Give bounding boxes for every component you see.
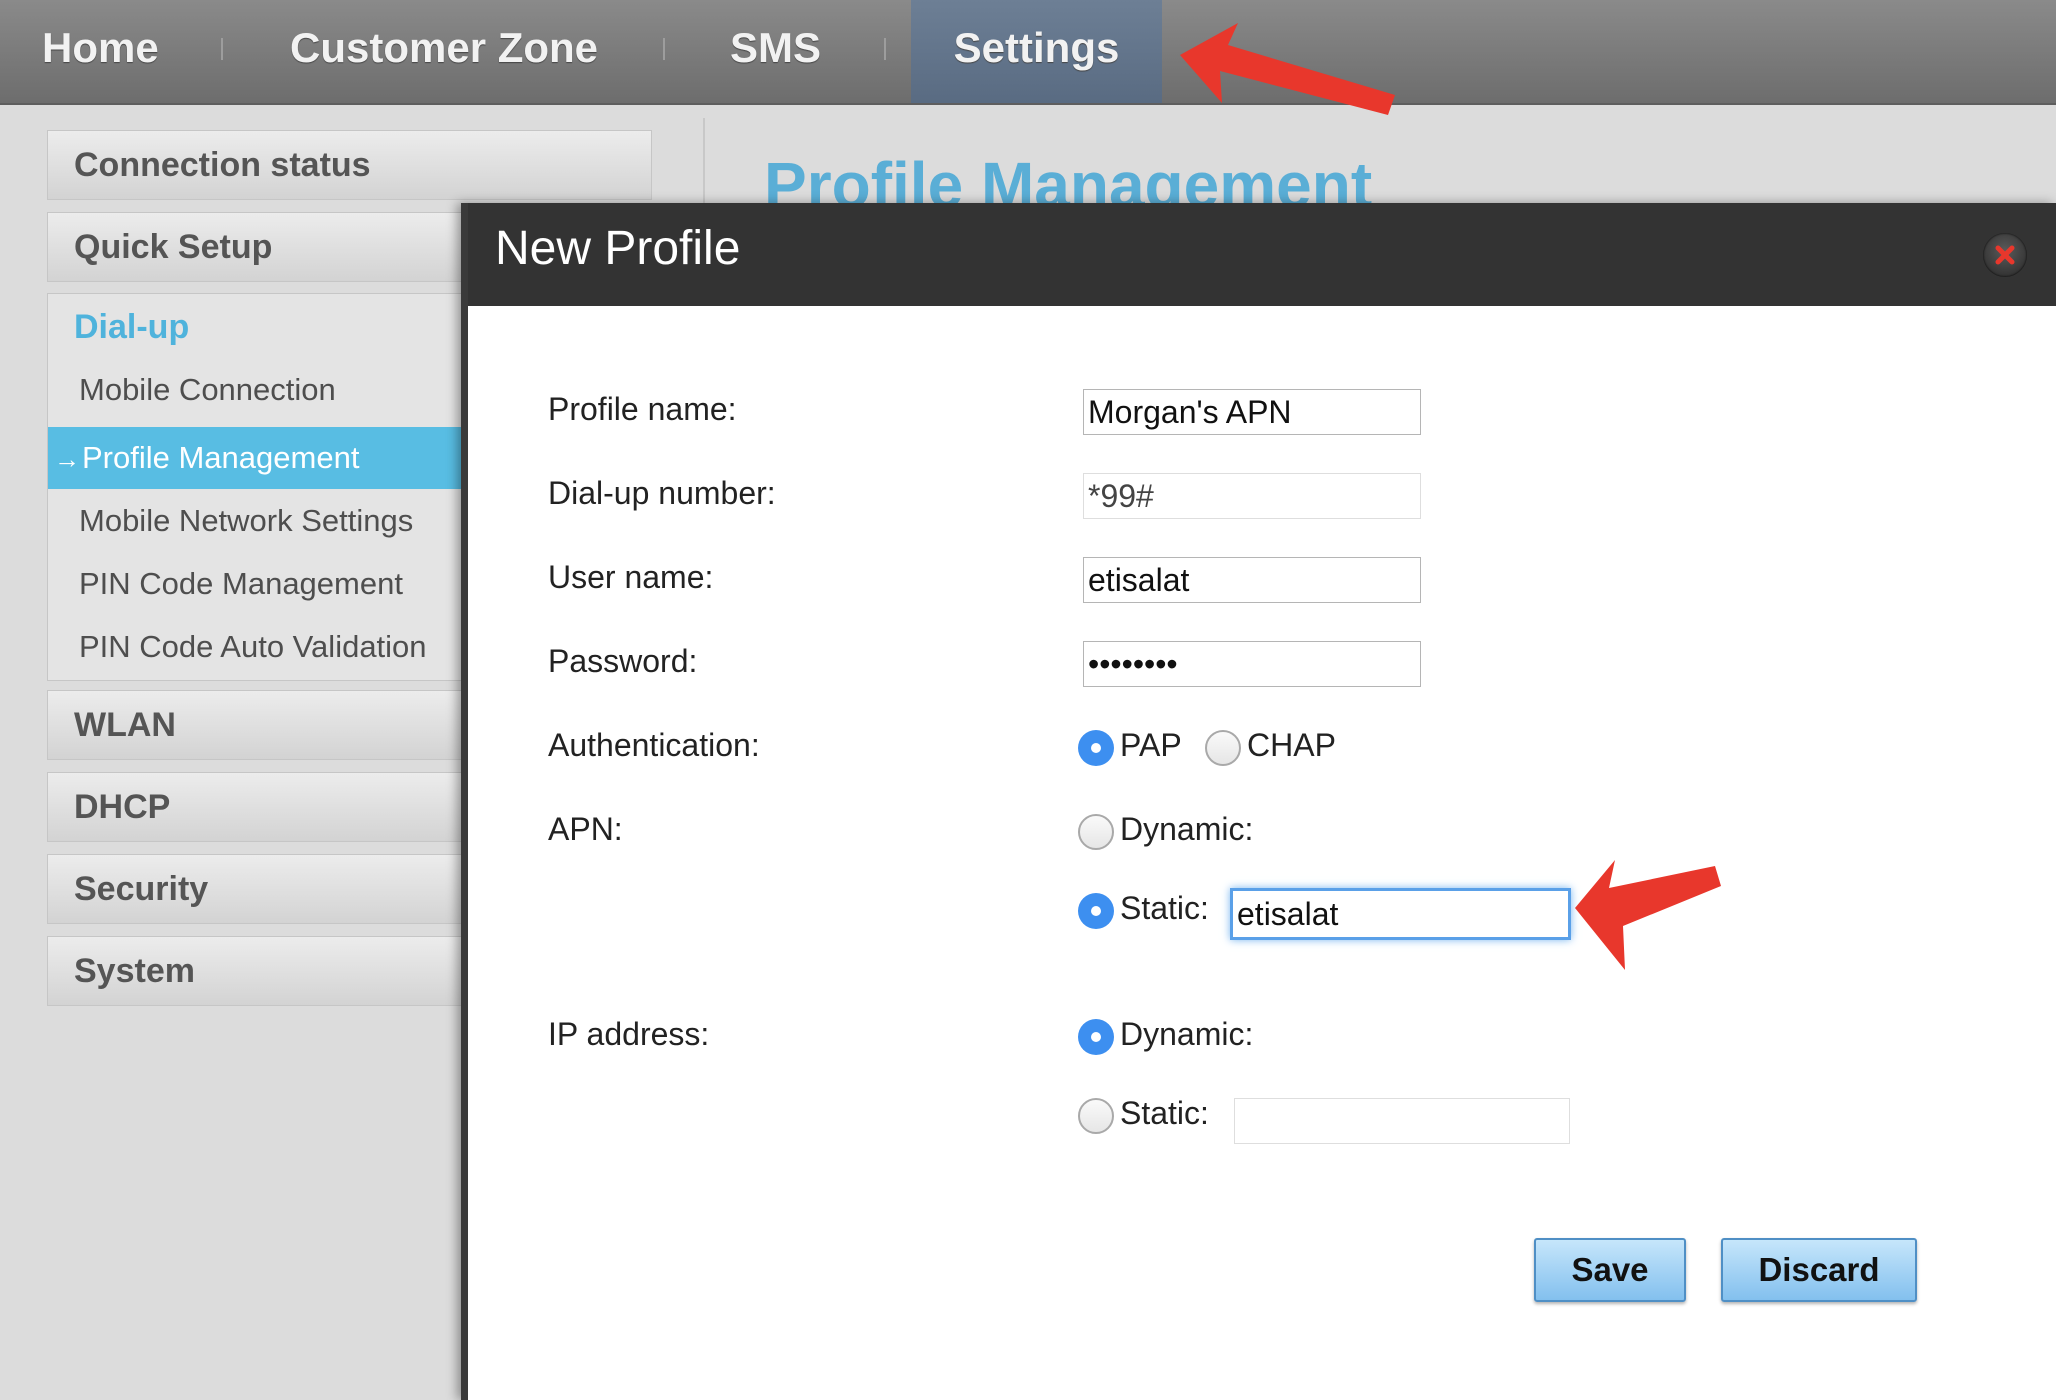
auth-pap-radio[interactable] xyxy=(1078,730,1114,766)
content-divider xyxy=(703,118,705,203)
arrow-right-icon: → xyxy=(54,444,80,474)
nav-separator xyxy=(663,38,665,60)
apn-dynamic-radio[interactable] xyxy=(1078,814,1114,850)
dialup-number-label: Dial-up number: xyxy=(548,475,776,511)
nav-home[interactable]: Home xyxy=(42,0,159,103)
auth-pap-label: PAP xyxy=(1120,727,1182,763)
new-profile-dialog: New Profile Profile name: Dial-up number… xyxy=(461,203,2056,1400)
user-name-label: User name: xyxy=(548,559,714,595)
discard-button[interactable]: Discard xyxy=(1721,1238,1917,1302)
save-button[interactable]: Save xyxy=(1534,1238,1686,1302)
sidebar-subitem-label: Mobile Connection xyxy=(79,372,336,407)
nav-sms[interactable]: SMS xyxy=(730,0,821,103)
sidebar-subitem-label: PIN Code Management xyxy=(79,566,403,601)
auth-chap-radio[interactable] xyxy=(1205,730,1241,766)
ip-static-label: Static: xyxy=(1120,1095,1209,1131)
auth-chap-label: CHAP xyxy=(1247,727,1336,763)
sidebar-subitem-label: Profile Management xyxy=(82,440,360,475)
sidebar-item-connection-status[interactable]: Connection status xyxy=(47,130,652,200)
top-navigation: Home Customer Zone SMS Settings xyxy=(0,0,2056,105)
annotation-arrow-icon xyxy=(1180,23,1395,115)
authentication-label: Authentication: xyxy=(548,727,760,763)
password-input[interactable] xyxy=(1083,641,1421,687)
annotation-arrow-icon xyxy=(1575,860,1721,970)
apn-dynamic-label: Dynamic: xyxy=(1120,811,1254,847)
ip-static-input[interactable] xyxy=(1234,1098,1570,1144)
ip-dynamic-label: Dynamic: xyxy=(1120,1016,1254,1052)
apn-static-input[interactable] xyxy=(1230,888,1571,940)
close-x-glyph xyxy=(1995,245,2015,265)
ip-static-radio[interactable] xyxy=(1078,1098,1114,1134)
user-name-input[interactable] xyxy=(1083,557,1421,603)
sidebar-subitem-label: PIN Code Auto Validation xyxy=(79,629,427,664)
ip-dynamic-radio[interactable] xyxy=(1078,1019,1114,1055)
dialog-title: New Profile xyxy=(495,222,741,275)
dialog-header: New Profile xyxy=(468,203,2056,306)
page-title: Profile Management xyxy=(764,149,1373,203)
nav-customer-zone[interactable]: Customer Zone xyxy=(290,0,598,103)
sidebar-subitem-label: Mobile Network Settings xyxy=(79,503,414,538)
apn-static-radio[interactable] xyxy=(1078,893,1114,929)
nav-separator xyxy=(884,38,886,60)
apn-label: APN: xyxy=(548,811,623,847)
close-icon[interactable] xyxy=(1983,233,2027,277)
nav-separator xyxy=(221,38,223,60)
dialup-number-input[interactable] xyxy=(1083,473,1421,519)
sidebar-item-dialup[interactable]: Dial-up xyxy=(74,308,189,347)
profile-name-label: Profile name: xyxy=(548,391,737,427)
profile-name-input[interactable] xyxy=(1083,389,1421,435)
ip-address-label: IP address: xyxy=(548,1016,710,1052)
password-label: Password: xyxy=(548,643,698,679)
apn-static-label: Static: xyxy=(1120,890,1209,926)
nav-settings[interactable]: Settings xyxy=(911,0,1162,103)
